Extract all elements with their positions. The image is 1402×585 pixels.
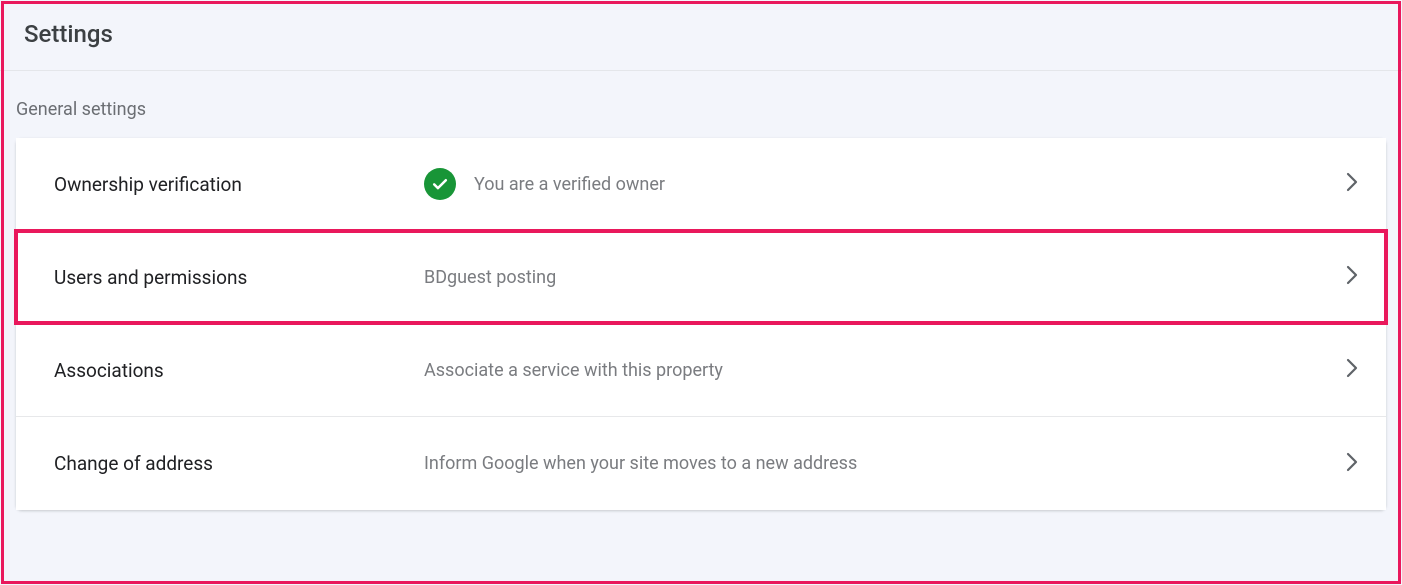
row-value: Associate a service with this property xyxy=(424,360,1346,381)
section-label-general: General settings xyxy=(0,71,1402,138)
row-value: BDguest posting xyxy=(424,267,1346,288)
chevron-right-icon xyxy=(1346,358,1358,382)
row-value-text: Inform Google when your site moves to a … xyxy=(424,453,857,474)
row-value-text: Associate a service with this property xyxy=(424,360,723,381)
row-value: Inform Google when your site moves to a … xyxy=(424,453,1346,474)
chevron-right-icon xyxy=(1346,265,1358,289)
chevron-right-icon xyxy=(1346,172,1358,196)
row-label: Ownership verification xyxy=(54,173,424,196)
row-value-text: You are a verified owner xyxy=(474,174,665,195)
row-change-of-address[interactable]: Change of address Inform Google when you… xyxy=(16,417,1386,510)
general-settings-card: Ownership verification You are a verifie… xyxy=(16,138,1386,510)
chevron-right-icon xyxy=(1346,452,1358,476)
row-ownership-verification[interactable]: Ownership verification You are a verifie… xyxy=(16,138,1386,231)
row-label: Associations xyxy=(54,359,424,382)
settings-page: Settings General settings Ownership veri… xyxy=(0,0,1402,585)
verified-check-icon xyxy=(424,168,456,200)
row-value: You are a verified owner xyxy=(424,168,1346,200)
row-value-text: BDguest posting xyxy=(424,267,556,288)
page-title: Settings xyxy=(0,0,1402,71)
row-users-and-permissions[interactable]: Users and permissions BDguest posting xyxy=(16,231,1386,324)
row-associations[interactable]: Associations Associate a service with th… xyxy=(16,324,1386,417)
row-label: Users and permissions xyxy=(54,266,424,289)
row-label: Change of address xyxy=(54,452,424,475)
